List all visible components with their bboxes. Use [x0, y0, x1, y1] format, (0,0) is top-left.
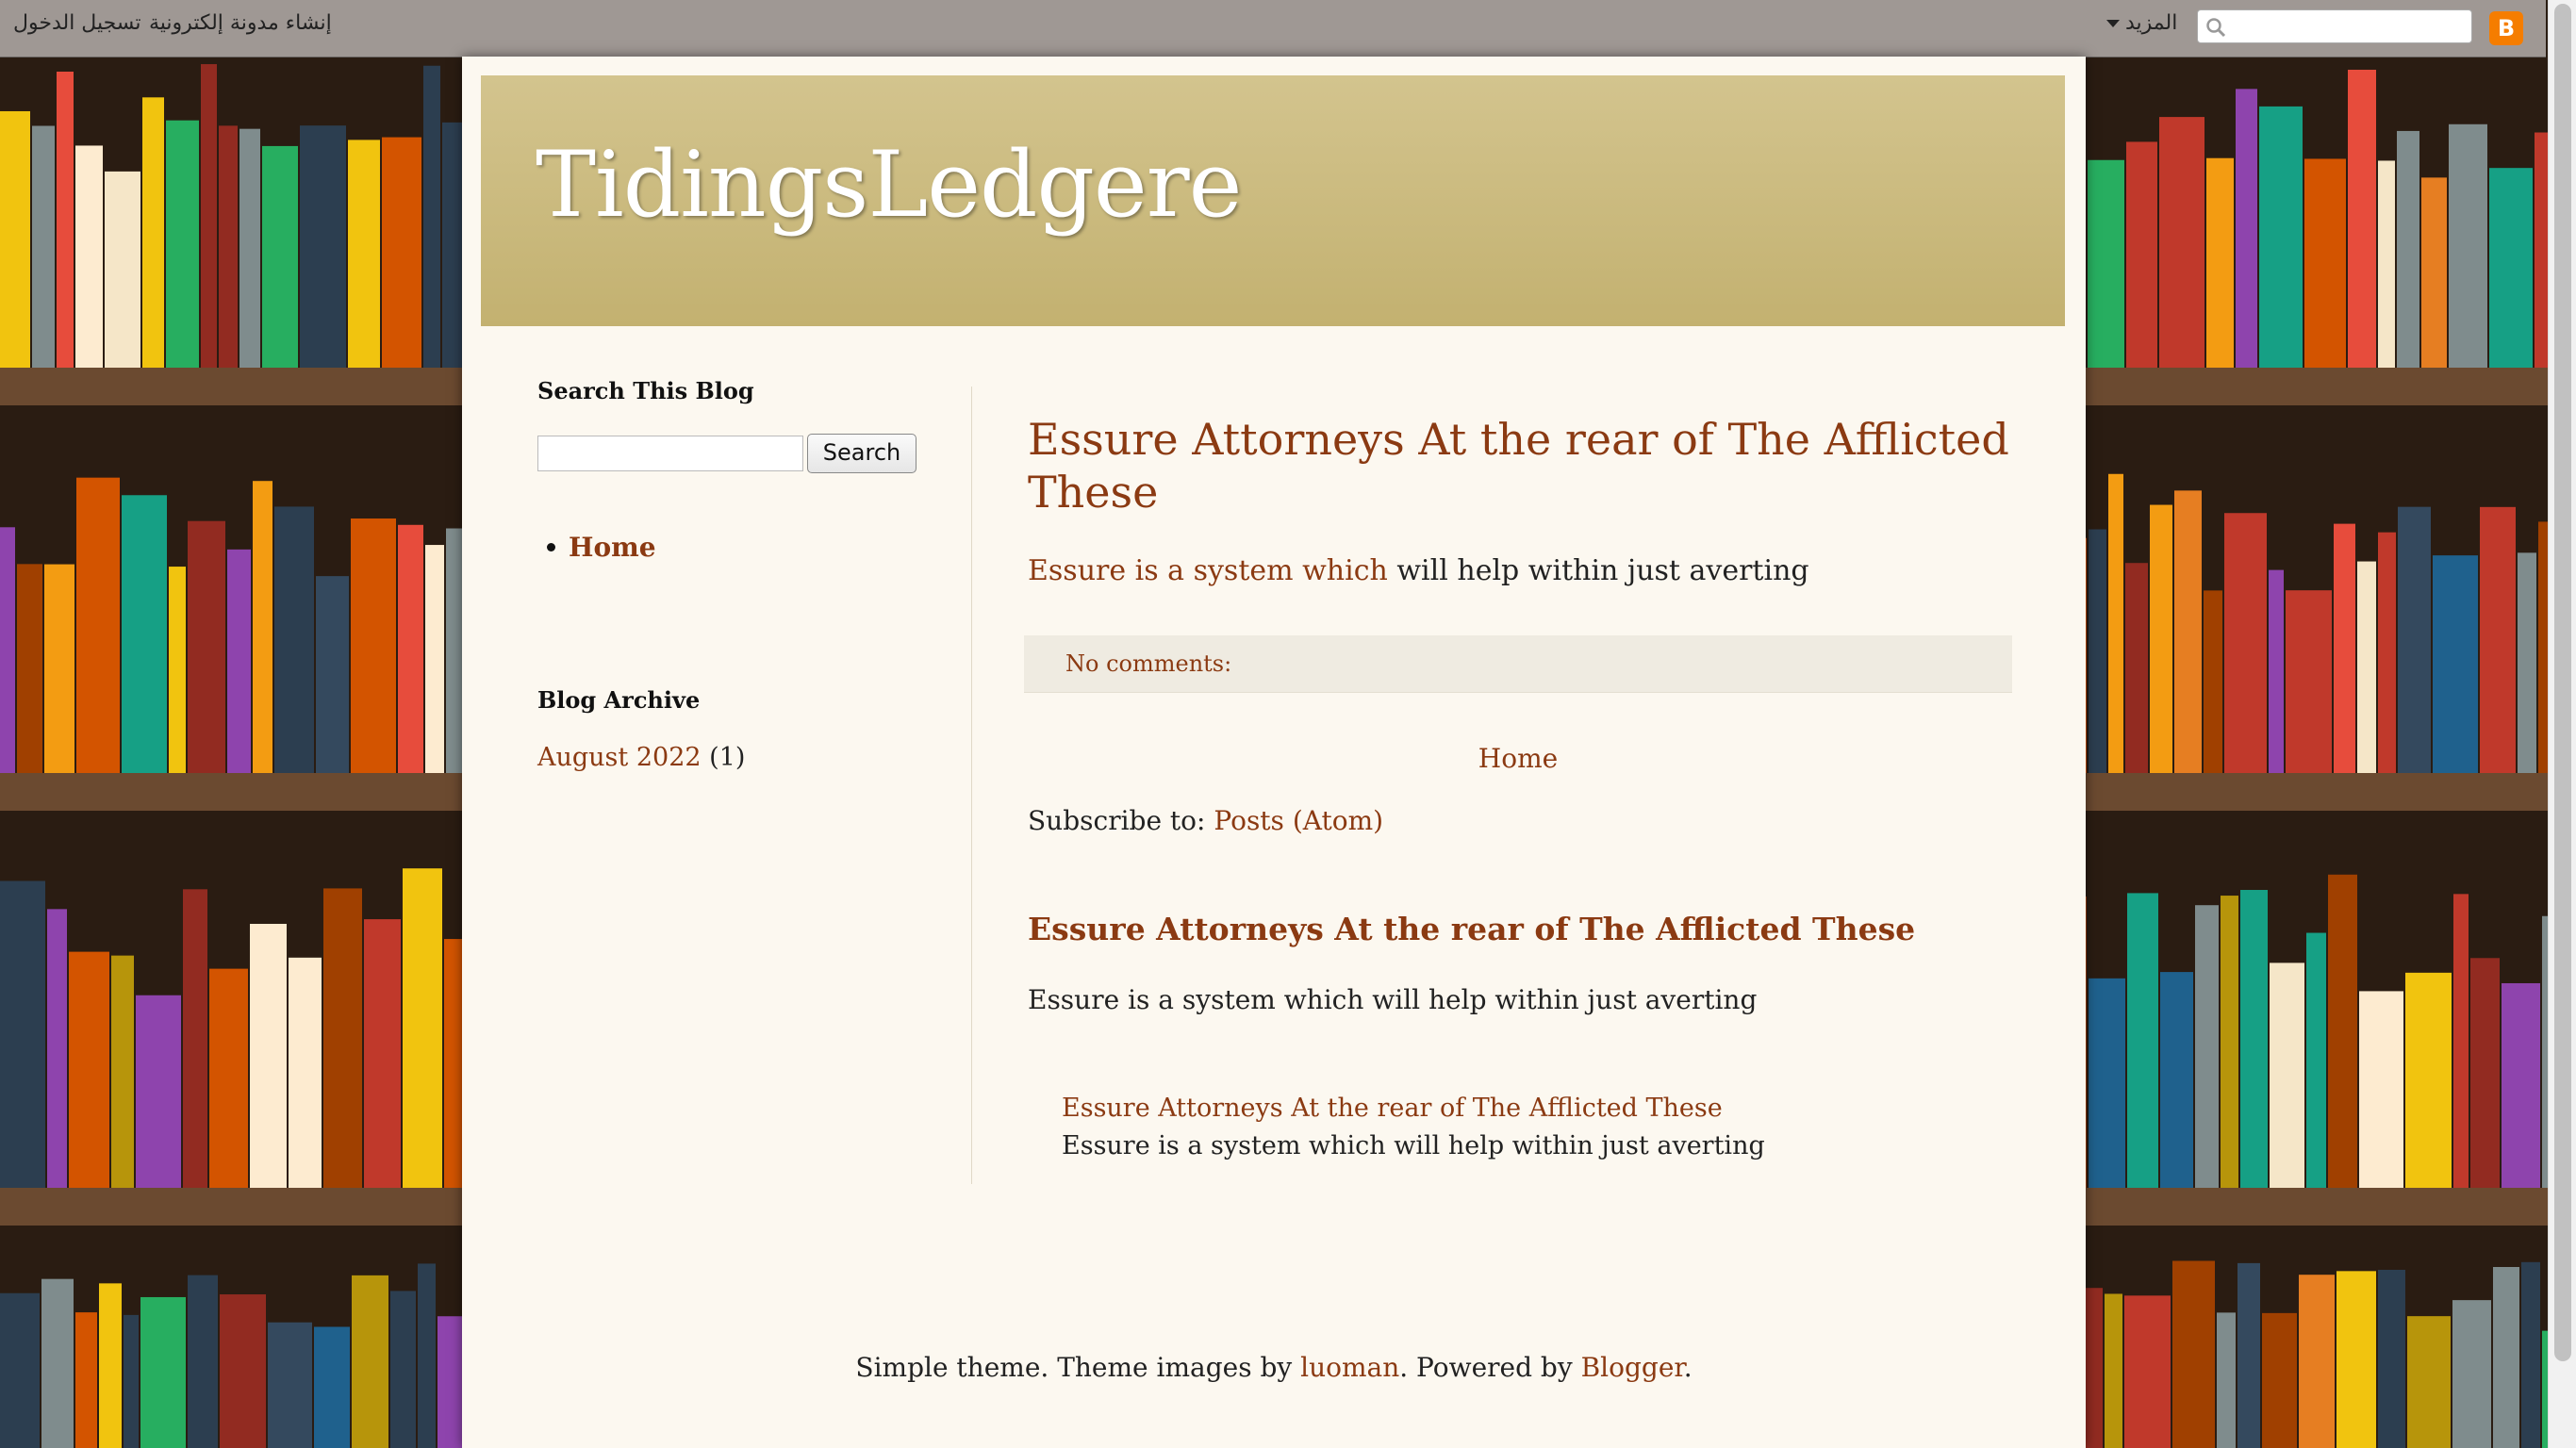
blogger-logo-icon[interactable]: B: [2489, 11, 2523, 45]
search-button[interactable]: Search: [807, 434, 916, 473]
blog-pager: Home: [1028, 743, 2008, 774]
blogger-link[interactable]: Blogger: [1581, 1352, 1684, 1383]
related-post-link[interactable]: Essure Attorneys At the rear of The Affl…: [1062, 1094, 1723, 1123]
archive-count: (1): [709, 743, 746, 772]
footer-suffix: .: [1683, 1352, 1693, 1383]
blog-page: TidingsLedgere Search This Blog Search H…: [462, 57, 2086, 1448]
footer-middle: . Powered by: [1399, 1352, 1581, 1383]
create-blog-link[interactable]: إنشاء مدونة إلكترونية: [149, 11, 332, 35]
archive-widget-title: Blog Archive: [537, 686, 701, 714]
popular-post-snippet: Essure is a system which will help withi…: [1028, 984, 1758, 1015]
post-footer: No comments:: [1024, 635, 2012, 693]
navbar-search-input[interactable]: [2197, 9, 2472, 43]
archive-item: August 2022 (1): [537, 743, 745, 772]
search-icon: [2206, 18, 2226, 38]
scrollbar-thumb[interactable]: [2554, 4, 2571, 1361]
popular-post-title[interactable]: Essure Attorneys At the rear of The Affl…: [1028, 911, 1915, 947]
post-body-text: will help within just averting: [1387, 554, 1809, 587]
pages-item-label: Home: [569, 532, 656, 563]
sign-in-link[interactable]: تسجيل الدخول: [13, 11, 141, 35]
atom-feed-link[interactable]: Posts (Atom): [1214, 805, 1383, 836]
footer-prefix: Simple theme. Theme images by: [855, 1352, 1301, 1383]
comments-link[interactable]: No comments:: [1065, 650, 1231, 677]
pages-item-home[interactable]: Home: [537, 532, 656, 563]
blog-search-input[interactable]: [537, 436, 803, 471]
archive-month-link[interactable]: August 2022: [537, 743, 702, 772]
post-title[interactable]: Essure Attorneys At the rear of The Affl…: [1028, 413, 2027, 518]
related-post-snippet: Essure is a system which will help withi…: [1062, 1131, 1765, 1160]
bullet-icon: [547, 543, 555, 551]
blog-header: TidingsLedgere: [481, 75, 2065, 326]
theme-author-link[interactable]: luoman: [1300, 1352, 1399, 1383]
more-menu[interactable]: المزيد: [2106, 11, 2177, 35]
post-body-link[interactable]: Essure is a system which: [1028, 554, 1388, 587]
post-body: Essure is a system which will help withi…: [1028, 554, 1809, 587]
sidebar: Search This Blog Search Home Blog Archiv…: [537, 377, 916, 772]
more-label: المزيد: [2125, 11, 2178, 35]
home-link[interactable]: Home: [1478, 743, 1558, 774]
search-widget-title: Search This Blog: [537, 377, 754, 404]
subscribe-label: Subscribe to:: [1028, 805, 1214, 836]
subscribe-links: Subscribe to: Posts (Atom): [1028, 805, 1383, 836]
dropdown-arrow-icon: [2106, 20, 2120, 27]
scrollbar[interactable]: [2548, 0, 2576, 1448]
attribution-footer: Simple theme. Theme images by luoman. Po…: [462, 1352, 2086, 1383]
blogger-navbar: تسجيل الدخول إنشاء مدونة إلكترونية المزي…: [0, 0, 2546, 58]
blog-title[interactable]: TidingsLedgere: [536, 132, 1242, 238]
pages-list: Home: [537, 532, 656, 563]
column-divider: [971, 387, 972, 1184]
